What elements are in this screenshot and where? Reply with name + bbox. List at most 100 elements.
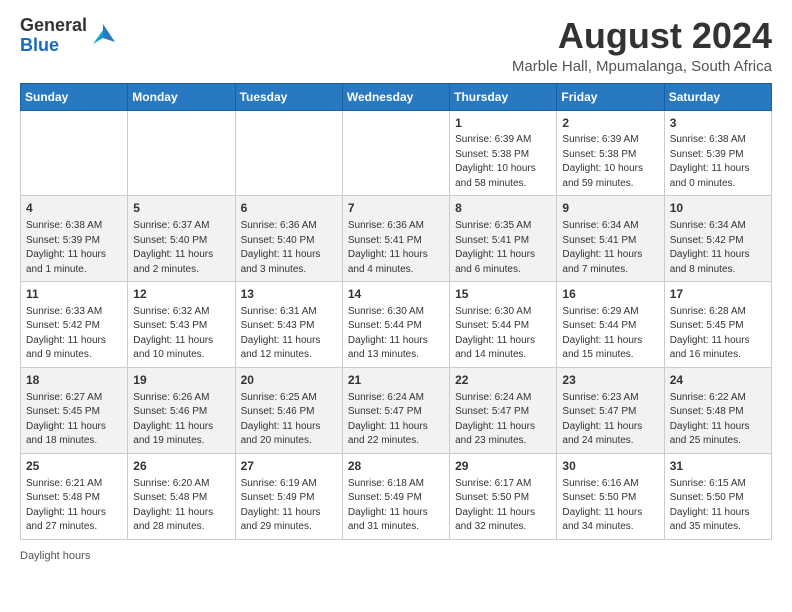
cell-2-1: 4 Sunrise: 6:38 AM Sunset: 5:39 PM Daylig… [21,196,128,282]
cell-5-7: 31Sunrise: 6:15 AM Sunset: 5:50 PM Dayli… [664,453,771,539]
cell-2-2: 5 Sunrise: 6:37 AM Sunset: 5:40 PM Daylig… [128,196,235,282]
cell-info: Sunrise: 6:27 AM Sunset: 5:45 PM Dayligh… [26,391,122,449]
cell-4-5: 22 Sunrise: 6:24 AM Sunset: 5:47 PM Dayli… [450,367,557,453]
week-row-1: 1Sunrise: 6:39 AM Sunset: 5:38 PM Daylig… [21,110,772,196]
cell-day-number: 4 [26,200,122,217]
cell-info: Sunrise: 6:31 AM Sunset: 5:43 PM Dayligh… [241,305,337,363]
header: General Blue August 2024 Marble Hall, Mp… [20,16,772,75]
daylight-label: Daylight hours [20,550,90,562]
cell-3-1: 11 Sunrise: 6:33 AM Sunset: 5:42 PM Dayli… [21,282,128,368]
cell-3-2: 12 Sunrise: 6:32 AM Sunset: 5:43 PM Dayli… [128,282,235,368]
cell-info: Sunrise: 6:39 AM Sunset: 5:38 PM Dayligh… [562,133,658,191]
cell-5-3: 27Sunrise: 6:19 AM Sunset: 5:49 PM Dayli… [235,453,342,539]
cell-day-number: 12 [133,286,229,303]
calendar-body: 1Sunrise: 6:39 AM Sunset: 5:38 PM Daylig… [21,110,772,539]
cell-info: Sunrise: 6:18 AM Sunset: 5:49 PM Dayligh… [348,477,444,535]
col-header-tuesday: Tuesday [235,83,342,110]
cell-info: Sunrise: 6:16 AM Sunset: 5:50 PM Dayligh… [562,477,658,535]
cell-4-1: 18 Sunrise: 6:27 AM Sunset: 5:45 PM Dayli… [21,367,128,453]
cell-info: Sunrise: 6:34 AM Sunset: 5:41 PM Dayligh… [562,219,658,277]
cell-3-6: 16 Sunrise: 6:29 AM Sunset: 5:44 PM Dayli… [557,282,664,368]
cell-info: Sunrise: 6:30 AM Sunset: 5:44 PM Dayligh… [348,305,444,363]
cell-day-number: 23 [562,372,658,389]
logo-blue: Blue [20,35,59,55]
cell-day-number: 13 [241,286,337,303]
cell-day-number: 21 [348,372,444,389]
cell-day-number: 14 [348,286,444,303]
cell-4-3: 20Sunrise: 6:25 AM Sunset: 5:46 PM Dayli… [235,367,342,453]
footer-note: Daylight hours [20,550,772,562]
cell-day-number: 15 [455,286,551,303]
cell-5-2: 26Sunrise: 6:20 AM Sunset: 5:48 PM Dayli… [128,453,235,539]
cell-info: Sunrise: 6:35 AM Sunset: 5:41 PM Dayligh… [455,219,551,277]
cell-info: Sunrise: 6:34 AM Sunset: 5:42 PM Dayligh… [670,219,766,277]
cell-info: Sunrise: 6:39 AM Sunset: 5:38 PM Dayligh… [455,133,551,191]
title-area: August 2024 Marble Hall, Mpumalanga, Sou… [512,16,772,75]
cell-info: Sunrise: 6:26 AM Sunset: 5:46 PM Dayligh… [133,391,229,449]
cell-info: Sunrise: 6:29 AM Sunset: 5:44 PM Dayligh… [562,305,658,363]
cell-info: Sunrise: 6:33 AM Sunset: 5:42 PM Dayligh… [26,305,122,363]
cell-2-3: 6 Sunrise: 6:36 AM Sunset: 5:40 PM Daylig… [235,196,342,282]
cell-4-6: 23 Sunrise: 6:23 AM Sunset: 5:47 PM Dayli… [557,367,664,453]
cell-day-number: 8 [455,200,551,217]
cell-day-number: 22 [455,372,551,389]
cell-1-5: 1Sunrise: 6:39 AM Sunset: 5:38 PM Daylig… [450,110,557,196]
cell-1-1 [21,110,128,196]
cell-day-number: 28 [348,458,444,475]
cell-5-5: 29Sunrise: 6:17 AM Sunset: 5:50 PM Dayli… [450,453,557,539]
cell-day-number: 1 [455,115,551,132]
cell-4-4: 21 Sunrise: 6:24 AM Sunset: 5:47 PM Dayli… [342,367,449,453]
col-header-sunday: Sunday [21,83,128,110]
logo-general: General [20,15,87,35]
calendar-header: SundayMondayTuesdayWednesdayThursdayFrid… [21,83,772,110]
cell-3-3: 13 Sunrise: 6:31 AM Sunset: 5:43 PM Dayli… [235,282,342,368]
cell-info: Sunrise: 6:22 AM Sunset: 5:48 PM Dayligh… [670,391,766,449]
header-row: SundayMondayTuesdayWednesdayThursdayFrid… [21,83,772,110]
calendar-table: SundayMondayTuesdayWednesdayThursdayFrid… [20,83,772,540]
cell-day-number: 5 [133,200,229,217]
cell-info: Sunrise: 6:30 AM Sunset: 5:44 PM Dayligh… [455,305,551,363]
cell-info: Sunrise: 6:38 AM Sunset: 5:39 PM Dayligh… [26,219,122,277]
cell-day-number: 25 [26,458,122,475]
cell-2-7: 10 Sunrise: 6:34 AM Sunset: 5:42 PM Dayli… [664,196,771,282]
cell-1-6: 2Sunrise: 6:39 AM Sunset: 5:38 PM Daylig… [557,110,664,196]
cell-1-7: 3Sunrise: 6:38 AM Sunset: 5:39 PM Daylig… [664,110,771,196]
week-row-5: 25 Sunrise: 6:21 AM Sunset: 5:48 PM Dayli… [21,453,772,539]
cell-info: Sunrise: 6:28 AM Sunset: 5:45 PM Dayligh… [670,305,766,363]
cell-day-number: 24 [670,372,766,389]
cell-info: Sunrise: 6:17 AM Sunset: 5:50 PM Dayligh… [455,477,551,535]
cell-info: Sunrise: 6:24 AM Sunset: 5:47 PM Dayligh… [348,391,444,449]
cell-info: Sunrise: 6:23 AM Sunset: 5:47 PM Dayligh… [562,391,658,449]
cell-info: Sunrise: 6:25 AM Sunset: 5:46 PM Dayligh… [241,391,337,449]
logo-icon [89,22,117,50]
cell-info: Sunrise: 6:32 AM Sunset: 5:43 PM Dayligh… [133,305,229,363]
cell-day-number: 2 [562,115,658,132]
cell-day-number: 10 [670,200,766,217]
cell-5-4: 28 Sunrise: 6:18 AM Sunset: 5:49 PM Dayli… [342,453,449,539]
cell-info: Sunrise: 6:36 AM Sunset: 5:40 PM Dayligh… [241,219,337,277]
cell-info: Sunrise: 6:37 AM Sunset: 5:40 PM Dayligh… [133,219,229,277]
cell-info: Sunrise: 6:24 AM Sunset: 5:47 PM Dayligh… [455,391,551,449]
cell-3-4: 14 Sunrise: 6:30 AM Sunset: 5:44 PM Dayli… [342,282,449,368]
cell-day-number: 11 [26,286,122,303]
cell-info: Sunrise: 6:15 AM Sunset: 5:50 PM Dayligh… [670,477,766,535]
cell-info: Sunrise: 6:21 AM Sunset: 5:48 PM Dayligh… [26,477,122,535]
week-row-3: 11 Sunrise: 6:33 AM Sunset: 5:42 PM Dayli… [21,282,772,368]
cell-1-2 [128,110,235,196]
cell-4-2: 19Sunrise: 6:26 AM Sunset: 5:46 PM Dayli… [128,367,235,453]
col-header-friday: Friday [557,83,664,110]
cell-day-number: 9 [562,200,658,217]
col-header-monday: Monday [128,83,235,110]
cell-day-number: 6 [241,200,337,217]
cell-day-number: 17 [670,286,766,303]
cell-1-3 [235,110,342,196]
cell-info: Sunrise: 6:38 AM Sunset: 5:39 PM Dayligh… [670,133,766,191]
cell-info: Sunrise: 6:19 AM Sunset: 5:49 PM Dayligh… [241,477,337,535]
logo: General Blue [20,16,117,56]
cell-3-7: 17 Sunrise: 6:28 AM Sunset: 5:45 PM Dayli… [664,282,771,368]
week-row-4: 18 Sunrise: 6:27 AM Sunset: 5:45 PM Dayli… [21,367,772,453]
cell-5-1: 25 Sunrise: 6:21 AM Sunset: 5:48 PM Dayli… [21,453,128,539]
cell-day-number: 18 [26,372,122,389]
cell-day-number: 16 [562,286,658,303]
cell-3-5: 15 Sunrise: 6:30 AM Sunset: 5:44 PM Dayli… [450,282,557,368]
